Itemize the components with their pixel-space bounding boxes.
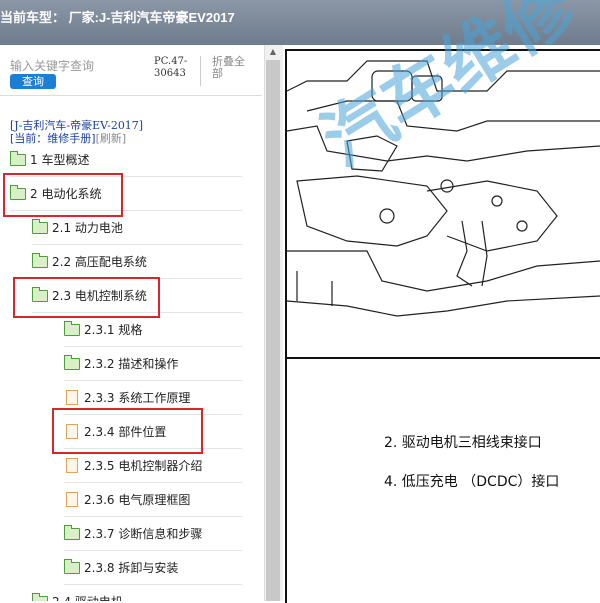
collapse-all-button[interactable]: 折叠全部: [212, 56, 248, 80]
tree-item-label: 2.2 高压配电系统: [52, 255, 147, 269]
legend-item: 4. 低压充电 （DCDC）接口: [384, 474, 560, 490]
tree-item[interactable]: 2.3.7 诊断信息和步骤: [64, 517, 242, 551]
legend-item: 2. 驱动电机三相线束接口: [384, 435, 542, 451]
highlight-box: [13, 277, 160, 318]
tree-item-label: 2.3.2 描述和操作: [84, 357, 179, 371]
search-button[interactable]: 查询: [10, 74, 56, 89]
sidebar: 输入关键字查询 查询 PC.47-30643 折叠全部 [J-吉利汽车-帝豪EV…: [0, 45, 264, 601]
folder-icon: [32, 218, 48, 234]
scroll-up-arrow-icon[interactable]: ▲: [266, 46, 280, 58]
folder-icon: [64, 524, 80, 540]
tree-item-label: 2.3.6 电气原理框图: [84, 493, 191, 507]
tree-item[interactable]: 2.3.6 电气原理框图: [64, 483, 242, 517]
highlight-box: [52, 408, 203, 454]
search-input[interactable]: 输入关键字查询: [10, 57, 94, 74]
folder-icon: [64, 320, 80, 336]
tree-item[interactable]: 2.4 驱动电机: [32, 585, 242, 601]
tree-item[interactable]: 1 车型概述: [10, 143, 242, 177]
document-icon: [66, 492, 78, 507]
title-text: 当前车型： 厂家:J-吉利汽车帝豪EV2017: [0, 10, 235, 25]
pc-code: PC.47-30643: [154, 56, 201, 86]
tree-item[interactable]: 2.2 高压配电系统: [32, 245, 242, 279]
tree-item[interactable]: 2.3.1 规格: [64, 313, 242, 347]
tree-item[interactable]: 2.3.5 电机控制器介绍: [64, 449, 242, 483]
tree-item-label: 2.3.5 电机控制器介绍: [84, 459, 203, 473]
folder-icon: [10, 150, 26, 166]
tree-item-label: 2.3.8 拆卸与安装: [84, 561, 179, 575]
folder-icon: [32, 592, 48, 601]
highlight-box: [3, 173, 123, 217]
tree-item-label: 2.4 驱动电机: [52, 593, 123, 601]
tree-item[interactable]: 2.3.8 拆卸与安装: [64, 551, 242, 585]
scrollbar-thumb[interactable]: [266, 60, 280, 601]
tree-item-label: 1 车型概述: [30, 153, 90, 167]
folder-icon: [32, 252, 48, 268]
section-divider: [285, 357, 600, 359]
divider: [0, 95, 262, 96]
tree-item-label: 2.1 动力电池: [52, 221, 123, 235]
tree-item-label: 2.3.3 系统工作原理: [84, 391, 191, 405]
document-icon: [66, 458, 78, 473]
tree-item-label: 2.3.1 规格: [84, 323, 143, 337]
tree-item[interactable]: 2.3.2 描述和操作: [64, 347, 242, 381]
document-icon: [66, 390, 78, 405]
folder-icon: [64, 354, 80, 370]
tree-item-label: 2.3.7 诊断信息和步骤: [84, 527, 203, 541]
folder-icon: [64, 558, 80, 574]
